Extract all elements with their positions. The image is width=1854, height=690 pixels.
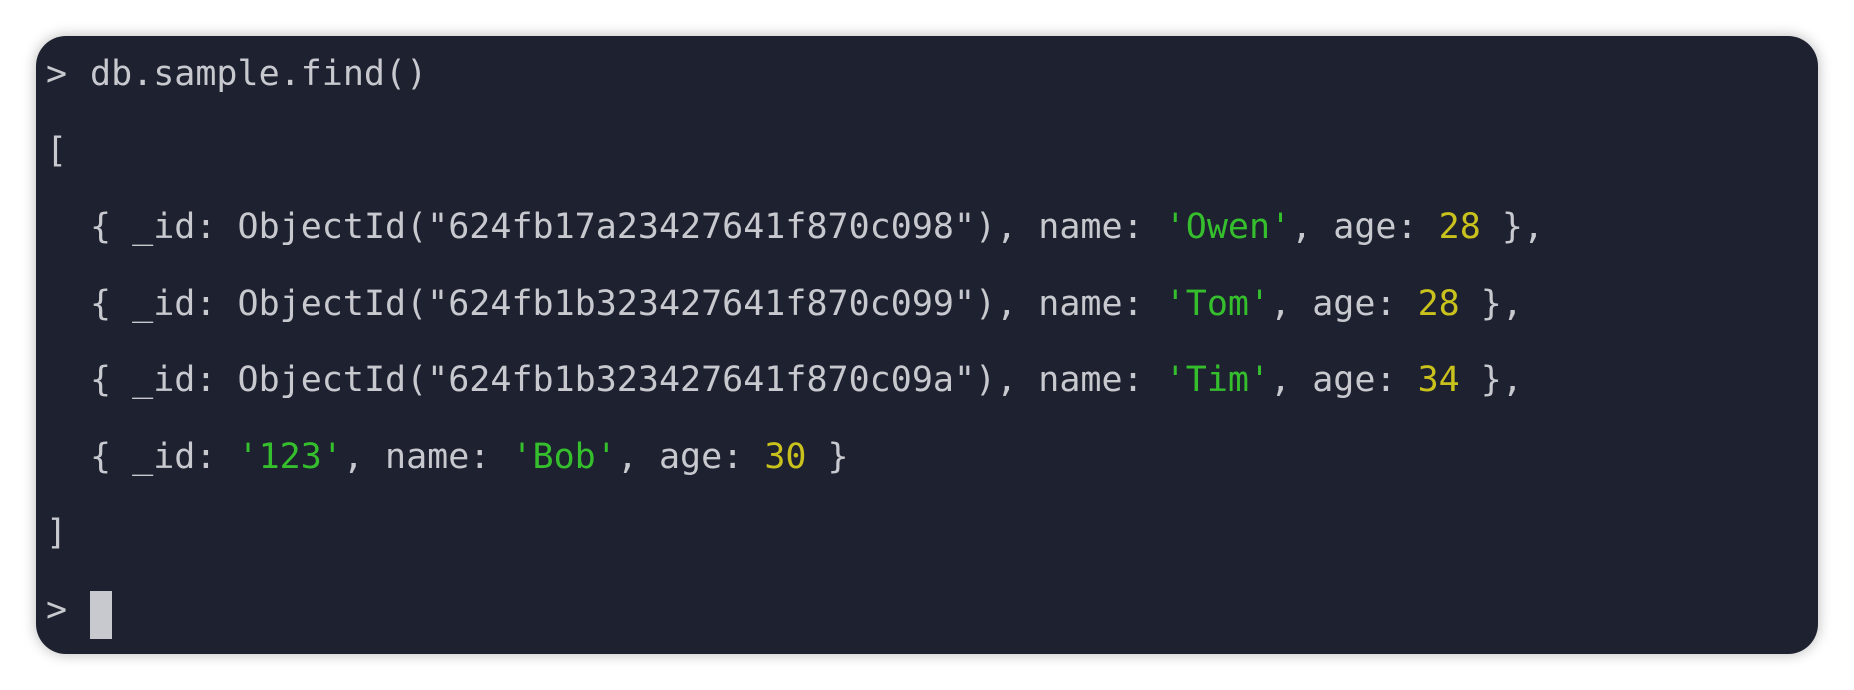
record-text: { _id: ObjectId("624fb1b323427641f870c09… bbox=[90, 352, 1523, 408]
input-line[interactable]: > bbox=[36, 582, 1818, 655]
record-name-separator: , name: bbox=[996, 207, 1165, 247]
record-close: }, bbox=[1480, 207, 1545, 247]
output-open-bracket-line: [ bbox=[36, 123, 1818, 200]
record-age-value: 28 bbox=[1417, 283, 1460, 324]
record-text: { _id: ObjectId("624fb1b323427641f870c09… bbox=[90, 276, 1523, 332]
record-age-value: 28 bbox=[1438, 207, 1481, 247]
record-age-separator: , age: bbox=[1270, 360, 1418, 400]
record-open: { _id: bbox=[90, 283, 238, 324]
output-record-line: { _id: ObjectId("624fb17a23427641f870c09… bbox=[36, 199, 1818, 276]
record-name-separator: , name: bbox=[996, 360, 1165, 400]
text-cursor[interactable] bbox=[90, 590, 112, 639]
record-name-value: 'Tom' bbox=[1164, 283, 1271, 324]
command-text: db.sample.find() bbox=[90, 54, 428, 94]
terminal-window[interactable]: > db.sample.find() [ { _id: ObjectId("62… bbox=[36, 36, 1818, 654]
output-record-line: { _id: '123', name: 'Bob', age: 30 } bbox=[36, 429, 1818, 506]
prompt-symbol: > bbox=[46, 54, 68, 94]
record-age-value: 30 bbox=[764, 436, 807, 477]
output-close-bracket-line: ] bbox=[36, 505, 1818, 582]
record-name-separator: , name: bbox=[996, 283, 1165, 324]
command-line: > db.sample.find() bbox=[36, 46, 1818, 123]
record-name-value: 'Owen' bbox=[1164, 207, 1292, 247]
record-id-value: ObjectId("624fb1b323427641f870c09a") bbox=[237, 360, 997, 400]
record-close: }, bbox=[1459, 283, 1523, 324]
record-close: } bbox=[806, 436, 849, 477]
record-age-value: 34 bbox=[1417, 360, 1460, 400]
record-name-value: 'Tim' bbox=[1164, 360, 1271, 400]
record-age-separator: , age: bbox=[1270, 283, 1418, 324]
prompt-symbol: > bbox=[46, 589, 68, 630]
record-id-value: ObjectId("624fb1b323427641f870c099") bbox=[237, 283, 997, 324]
output-record-line: { _id: ObjectId("624fb1b323427641f870c09… bbox=[36, 276, 1818, 353]
record-open: { _id: bbox=[90, 207, 238, 247]
record-close: }, bbox=[1459, 360, 1523, 400]
record-id-value: '123' bbox=[237, 436, 343, 477]
record-text: { _id: ObjectId("624fb17a23427641f870c09… bbox=[90, 199, 1544, 255]
record-name-separator: , name: bbox=[342, 436, 512, 477]
open-bracket: [ bbox=[46, 130, 68, 171]
close-bracket: ] bbox=[46, 513, 68, 553]
record-age-separator: , age: bbox=[1291, 207, 1439, 247]
record-open: { _id: bbox=[90, 360, 238, 400]
record-open: { _id: bbox=[90, 436, 238, 477]
record-text: { _id: '123', name: 'Bob', age: 30 } bbox=[90, 429, 849, 485]
record-name-value: 'Bob' bbox=[511, 436, 617, 477]
record-id-value: ObjectId("624fb17a23427641f870c098") bbox=[237, 207, 997, 247]
output-record-line: { _id: ObjectId("624fb1b323427641f870c09… bbox=[36, 352, 1818, 429]
record-age-separator: , age: bbox=[616, 436, 765, 477]
